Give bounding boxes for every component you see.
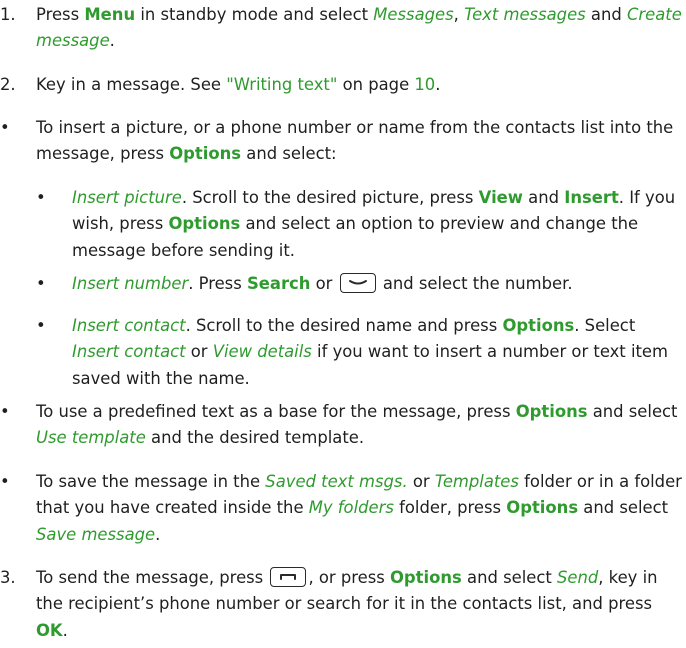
view-softkey-label: View	[478, 188, 523, 207]
bullet: •	[0, 472, 10, 491]
bullet: •	[0, 118, 10, 137]
messages-menu-item: Messages	[373, 5, 454, 24]
templates-folder: Templates	[434, 472, 519, 491]
send-option: Send	[556, 568, 599, 587]
bullet: •	[36, 316, 46, 335]
bullet-save: • To save the message in the Saved text …	[0, 469, 682, 548]
instructions-document: 1. Press Menu in standby mode and select…	[0, 0, 686, 648]
options-softkey-label: Options	[168, 214, 241, 234]
search-softkey-label: Search	[246, 274, 311, 293]
options-softkey-label: Options	[390, 568, 462, 587]
ok-softkey-label: OK	[36, 620, 63, 640]
insert-contact-option: Insert contact	[72, 342, 186, 362]
bullet: •	[36, 274, 46, 293]
sub-insert-contact: • Insert contact. Scroll to the desired …	[0, 313, 682, 392]
call-key-icon	[270, 567, 307, 587]
view-details-option: View details	[212, 342, 312, 362]
options-softkey-label: Options	[502, 316, 575, 335]
bullet: •	[36, 188, 46, 207]
bullet-template: • To use a predefined text as a base for…	[0, 399, 682, 452]
end-call-key-icon	[339, 273, 376, 293]
step-number: 2.	[0, 75, 16, 94]
insert-softkey-label: Insert	[564, 188, 619, 207]
writing-text-link[interactable]: "Writing text"	[226, 75, 337, 94]
step-number: 1.	[0, 5, 16, 24]
save-message-option: Save message	[36, 524, 156, 544]
page-number-link[interactable]: 10	[414, 75, 435, 94]
bullet-insert: • To insert a picture, or a phone number…	[0, 115, 682, 168]
step-1: 1. Press Menu in standby mode and select…	[0, 2, 682, 55]
bullet: •	[0, 402, 10, 421]
insert-number-option: Insert number	[72, 274, 189, 293]
options-softkey-label: Options	[506, 498, 579, 518]
sub-insert-picture: • Insert picture. Scroll to the desired …	[0, 185, 682, 264]
my-folders-folder: My folders	[308, 498, 394, 518]
menu-softkey-label: Menu	[84, 5, 136, 24]
step-2: 2. Key in a message. See "Writing text" …	[0, 72, 682, 98]
options-softkey-label: Options	[515, 402, 588, 421]
insert-picture-option: Insert picture	[72, 188, 182, 207]
sub-insert-number: • Insert number. Press Search or and sel…	[0, 271, 682, 297]
use-template-option: Use template	[36, 428, 146, 448]
saved-text-msgs-folder: Saved text msgs.	[265, 472, 408, 491]
insert-contact-option: Insert contact	[72, 316, 186, 335]
options-softkey-label: Options	[169, 144, 242, 164]
step-3: 3. To send the message, press , or press…	[0, 565, 682, 644]
text-messages-menu-item: Text messages	[464, 5, 586, 24]
step-number: 3.	[0, 568, 16, 587]
